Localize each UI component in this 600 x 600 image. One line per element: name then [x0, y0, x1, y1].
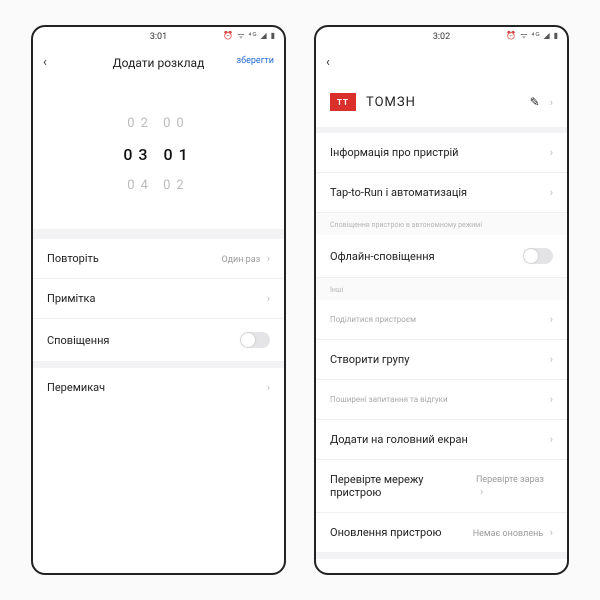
- chevron-right-icon: ›: [267, 381, 270, 394]
- status-icons: ⏰ ᯤ ⁴ᴳ ◢ ▮: [506, 30, 559, 41]
- row-label: Інформація про пристрій: [330, 146, 459, 159]
- row-add-homescreen[interactable]: Додати на головний екран ›: [316, 420, 567, 460]
- status-bar: 3:01 ⏰ ᯤ ⁴ᴳ ◢ ▮: [33, 27, 284, 47]
- row-label: Оновлення пристрою: [330, 526, 441, 539]
- time-picker[interactable]: 02 00 03 01 04 02: [33, 79, 284, 229]
- edit-button[interactable]: ✎ ›: [530, 95, 553, 109]
- back-button[interactable]: ‹: [326, 55, 330, 70]
- chevron-right-icon: ›: [550, 393, 553, 406]
- header: ‹: [316, 47, 567, 79]
- toggle-switch[interactable]: [523, 248, 553, 264]
- pencil-icon: ✎: [530, 95, 540, 109]
- picker-row-selected: 03 01: [123, 145, 193, 164]
- chevron-right-icon: ›: [550, 433, 553, 446]
- row-value: Перевірте зараз: [476, 475, 544, 485]
- row-faq[interactable]: Поширені запитання та відгуки ›: [316, 380, 567, 420]
- chevron-right-icon: ›: [550, 146, 553, 159]
- phone-left: 3:01 ⏰ ᯤ ⁴ᴳ ◢ ▮ ‹ Додати розклад зберегт…: [31, 25, 286, 575]
- status-time: 3:01: [150, 32, 167, 42]
- row-note[interactable]: Примітка ›: [33, 279, 284, 319]
- row-label: Сповіщення: [47, 334, 109, 347]
- back-button[interactable]: ‹: [43, 55, 47, 70]
- section-header: Інші: [316, 278, 567, 300]
- chevron-right-icon: ›: [267, 252, 270, 265]
- row-label: Tap-to-Run і автоматизація: [330, 186, 467, 199]
- divider: [33, 229, 284, 239]
- row-repeat[interactable]: Повторіть Один раз ›: [33, 239, 284, 279]
- device-logo-icon: TT: [330, 93, 356, 111]
- chevron-right-icon: ›: [550, 526, 553, 539]
- row-label: Перемикач: [47, 381, 105, 394]
- row-offline-notify[interactable]: Офлайн-сповіщення: [316, 235, 567, 278]
- row-label: Створити групу: [330, 353, 409, 366]
- chevron-right-icon: ›: [267, 292, 270, 305]
- row-create-group[interactable]: Створити групу ›: [316, 340, 567, 380]
- row-notification[interactable]: Сповіщення: [33, 319, 284, 362]
- picker-row-above: 02 00: [127, 116, 189, 131]
- chevron-right-icon: ›: [550, 353, 553, 366]
- page-title: Додати розклад: [113, 56, 205, 70]
- row-label: Перевірте мережу пристрою: [330, 473, 476, 499]
- row-label: Примітка: [47, 292, 95, 305]
- status-icons: ⏰ ᯤ ⁴ᴳ ◢ ▮: [223, 30, 276, 41]
- chevron-right-icon: ›: [550, 96, 553, 109]
- status-time: 3:02: [433, 32, 450, 42]
- row-value: Немає оновлень: [473, 529, 544, 539]
- row-label: Додати на головний екран: [330, 433, 468, 446]
- row-tap-to-run[interactable]: Tap-to-Run і автоматизація ›: [316, 173, 567, 213]
- chevron-right-icon: ›: [550, 313, 553, 326]
- section-header: Сповіщення пристрою в автономному режимі: [316, 213, 567, 235]
- toggle-switch[interactable]: [240, 332, 270, 348]
- header: ‹ Додати розклад зберегти: [33, 47, 284, 79]
- row-value: Один раз: [221, 255, 260, 265]
- row-share[interactable]: Поділитися пристроєм ›: [316, 300, 567, 340]
- row-label: Поширені запитання та відгуки: [330, 395, 448, 404]
- chevron-right-icon: ›: [550, 186, 553, 199]
- row-switch[interactable]: Перемикач ›: [33, 368, 284, 407]
- content: TT TOMЗН ✎ › Інформація про пристрій › T…: [316, 79, 567, 573]
- row-label: Поділитися пристроєм: [330, 315, 416, 324]
- row-device-info[interactable]: Інформація про пристрій ›: [316, 133, 567, 173]
- row-label: Повторіть: [47, 252, 99, 265]
- device-name: TOMЗН: [366, 95, 416, 110]
- status-bar: 3:02 ⏰ ᯤ ⁴ᴳ ◢ ▮: [316, 27, 567, 47]
- phone-right: 3:02 ⏰ ᯤ ⁴ᴳ ◢ ▮ ‹ TT TOMЗН ✎ › Інформаці…: [314, 25, 569, 575]
- device-header: TT TOMЗН ✎ ›: [316, 79, 567, 127]
- chevron-right-icon: ›: [480, 485, 483, 498]
- row-check-network[interactable]: Перевірте мережу пристрою Перевірте зара…: [316, 460, 567, 513]
- delete-device-button[interactable]: Видалити пристрій: [316, 559, 567, 573]
- row-update[interactable]: Оновлення пристрою Немає оновлень ›: [316, 513, 567, 553]
- save-button[interactable]: зберегти: [237, 56, 274, 66]
- row-label: Офлайн-сповіщення: [330, 250, 435, 263]
- picker-row-below: 04 02: [127, 178, 189, 193]
